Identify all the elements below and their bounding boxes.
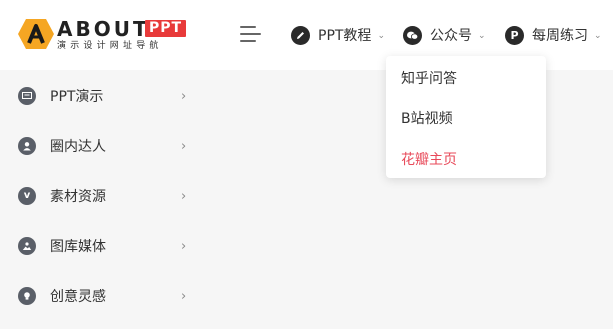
chevron-right-icon: ›: [181, 288, 187, 304]
p-badge-icon: P: [505, 25, 524, 45]
sidebar-item-ppt-demo[interactable]: PPT演示 ›: [0, 71, 200, 121]
sidebar-item-experts[interactable]: 圈内达人 ›: [0, 121, 200, 171]
wechat-icon: [403, 25, 422, 45]
sidebar-item-gallery[interactable]: 图库媒体 ›: [0, 221, 200, 271]
logo-badge: PPT: [145, 20, 187, 37]
sidebar-item-label: 图库媒体: [50, 239, 106, 255]
dropdown-item-bilibili[interactable]: B站视频: [401, 108, 453, 128]
logo-subtitle: 演示设计网址导航: [57, 41, 163, 51]
dropdown-item-huaban[interactable]: 花瓣主页: [401, 149, 457, 169]
chevron-down-icon: ⌄: [377, 31, 385, 41]
sidebar-item-resources[interactable]: v 素材资源 ›: [0, 171, 200, 221]
nav-ppt-tutorial[interactable]: PPT教程 ⌄: [291, 24, 385, 46]
nav-weekly-practice[interactable]: P 每周练习 ⌄: [505, 24, 602, 46]
nav-official-account[interactable]: 公众号 ⌄: [403, 24, 486, 46]
slides-icon: [18, 87, 36, 105]
hamburger-icon[interactable]: [240, 26, 261, 43]
sidebar-item-label: 素材资源: [50, 189, 106, 205]
site-logo[interactable]: ABOUT PPT 演示设计网址导航: [18, 17, 198, 54]
nav-label: PPT教程: [318, 28, 372, 44]
dropdown-item-zhihu[interactable]: 知乎问答: [401, 68, 457, 88]
logo-wordmark: ABOUT: [57, 17, 150, 41]
chevron-right-icon: ›: [181, 188, 187, 204]
pencil-icon: [291, 25, 310, 45]
chevron-down-icon: ⌄: [594, 31, 602, 41]
image-icon: [18, 237, 36, 255]
user-icon: [18, 137, 36, 155]
nav-label: 公众号: [430, 28, 472, 44]
nav-label: 每周练习: [532, 28, 588, 44]
sidebar-item-inspiration[interactable]: 创意灵感 ›: [0, 271, 200, 321]
sidebar-item-label: PPT演示: [50, 89, 104, 105]
chevron-right-icon: ›: [181, 88, 187, 104]
chevron-right-icon: ›: [181, 238, 187, 254]
bulb-icon: [18, 287, 36, 305]
chevron-down-icon: ⌄: [478, 31, 486, 41]
sidebar-item-label: 圈内达人: [50, 139, 106, 155]
sidebar-item-label: 创意灵感: [50, 289, 106, 305]
official-account-dropdown: 知乎问答 B站视频 花瓣主页: [386, 56, 546, 178]
logo-mark-icon: [18, 19, 54, 49]
chevron-right-icon: ›: [181, 138, 187, 154]
v-icon: v: [18, 187, 36, 205]
